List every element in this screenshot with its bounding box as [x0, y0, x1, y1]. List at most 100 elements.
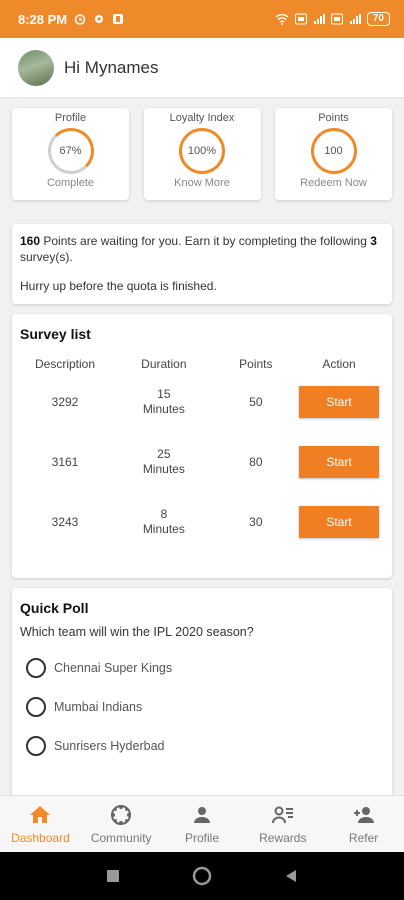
hd-icon — [294, 13, 307, 25]
poll-option[interactable]: Chennai Super Kings — [26, 658, 384, 678]
nav-rewards[interactable]: Rewards — [242, 796, 323, 852]
hd-icon — [330, 13, 343, 25]
points-info-card: 160 Points are waiting for you. Earn it … — [12, 224, 392, 304]
survey-points: 80 — [249, 455, 263, 469]
duration-number: 8 — [160, 507, 168, 521]
hurry-message: Hurry up before the quota is finished. — [20, 279, 217, 293]
poll-option[interactable]: Sunrisers Hyderbad — [26, 736, 384, 756]
stat-title: Points — [318, 112, 349, 124]
header-action: Action — [322, 357, 356, 371]
profile-stat-card[interactable]: Profile 67% Complete — [12, 108, 129, 200]
survey-id: 3161 — [51, 455, 79, 469]
stats-row: Profile 67% Complete Loyalty Index 100% … — [12, 108, 392, 200]
survey-points: 30 — [249, 515, 263, 529]
survey-action: Start — [294, 386, 384, 418]
poll-option-label: Chennai Super Kings — [54, 661, 173, 675]
app-header: Hi Mynames — [0, 38, 404, 98]
table-row: 3292 15 Minutes 50 Start — [20, 372, 384, 432]
header-points: Points — [239, 357, 273, 371]
stat-subtitle: Know More — [174, 177, 230, 189]
header-duration: Duration — [141, 356, 187, 371]
duration-unit: Minutes — [142, 462, 185, 476]
survey-action: Start — [294, 506, 384, 538]
nav-profile[interactable]: Profile — [162, 796, 243, 852]
radio-button[interactable] — [26, 697, 46, 717]
table-row: 3161 25 Minutes 80 Start — [20, 432, 384, 492]
points-stat-card[interactable]: Points 100 Redeem Now — [275, 108, 392, 200]
survey-points: 50 — [249, 395, 263, 409]
home-circle-icon[interactable] — [192, 866, 212, 886]
avatar[interactable] — [18, 49, 54, 86]
survey-action: Start — [294, 446, 384, 478]
nav-label: Dashboard — [11, 831, 70, 845]
home-icon — [30, 806, 51, 823]
survey-list-title: Survey list — [20, 326, 91, 342]
progress-ring: 67% — [47, 128, 94, 174]
start-button[interactable]: Start — [298, 386, 379, 418]
nav-community[interactable]: Community — [81, 796, 162, 852]
poll-title: Quick Poll — [20, 600, 89, 616]
stat-value: 100% — [187, 145, 217, 157]
stat-subtitle: Complete — [46, 177, 95, 189]
person-icon — [193, 807, 210, 823]
signal-icon — [313, 14, 325, 24]
duration-number: 25 — [157, 447, 171, 461]
header-description: Description — [34, 357, 96, 371]
start-button[interactable]: Start — [298, 506, 379, 538]
nav-label: Rewards — [259, 831, 307, 845]
quick-poll-card: Quick Poll Which team will win the IPL 2… — [12, 588, 392, 808]
settings-icon — [95, 15, 104, 23]
poll-option-label: Sunrisers Hyderbad — [54, 739, 165, 753]
signal-icon — [349, 14, 361, 24]
duration-number: 15 — [157, 387, 171, 401]
alarm-icon — [74, 14, 86, 25]
table-row: 3243 8 Minutes 30 Start — [20, 492, 384, 552]
progress-ring: 100% — [179, 128, 225, 174]
nav-label: Refer — [348, 831, 379, 845]
progress-ring: 100 — [310, 128, 357, 174]
bottom-navigation: Dashboard Community Profile Rewards Refe… — [0, 795, 404, 852]
system-navigation-bar — [0, 852, 404, 900]
poll-question: Which team will win the IPL 2020 season? — [20, 625, 254, 639]
survey-duration: 25 Minutes — [110, 447, 218, 477]
rewards-icon — [271, 806, 293, 824]
survey-duration: 8 Minutes — [110, 507, 218, 537]
points-text-2: survey(s). — [20, 250, 73, 264]
radio-button[interactable] — [26, 658, 46, 678]
points-message: 160 Points are waiting for you. Earn it … — [20, 233, 384, 265]
nav-refer[interactable]: Refer — [323, 796, 404, 852]
duration-unit: Minutes — [142, 522, 185, 536]
nav-dashboard[interactable]: Dashboard — [0, 796, 81, 852]
battery-indicator: 70 — [366, 12, 390, 26]
app-icon — [113, 14, 124, 24]
stat-subtitle: Redeem Now — [300, 177, 367, 189]
stat-title: Loyalty Index — [169, 112, 235, 124]
start-button[interactable]: Start — [298, 446, 379, 478]
duration-unit: Minutes — [142, 402, 185, 416]
wifi-icon — [275, 14, 289, 25]
nav-label: Profile — [184, 831, 219, 845]
nav-label: Community — [90, 831, 152, 845]
status-time: 8:28 PM — [18, 11, 68, 27]
poll-option-label: Mumbai Indians — [54, 700, 143, 714]
back-icon[interactable] — [283, 868, 299, 884]
survey-table-header: Description Duration Points Action — [20, 356, 384, 372]
survey-count: 3 — [370, 234, 377, 248]
community-icon — [111, 805, 132, 825]
add-person-icon — [353, 807, 374, 823]
recents-icon[interactable] — [105, 868, 121, 884]
survey-list-card: Survey list Description Duration Points … — [12, 314, 392, 578]
poll-option[interactable]: Mumbai Indians — [26, 697, 384, 717]
greeting-text: Hi Mynames — [64, 57, 159, 77]
stat-title: Profile — [54, 112, 87, 124]
survey-id: 3292 — [51, 395, 79, 409]
radio-button[interactable] — [26, 736, 46, 756]
stat-value: 100 — [324, 145, 343, 157]
survey-id: 3243 — [51, 515, 79, 529]
points-count: 160 — [20, 234, 41, 248]
survey-duration: 15 Minutes — [110, 387, 218, 417]
loyalty-stat-card[interactable]: Loyalty Index 100% Know More — [143, 108, 261, 200]
points-text-1: Points are waiting for you. Earn it by c… — [40, 234, 371, 248]
status-bar: 8:28 PM 70 — [0, 0, 404, 38]
stat-value: 67% — [59, 145, 82, 157]
